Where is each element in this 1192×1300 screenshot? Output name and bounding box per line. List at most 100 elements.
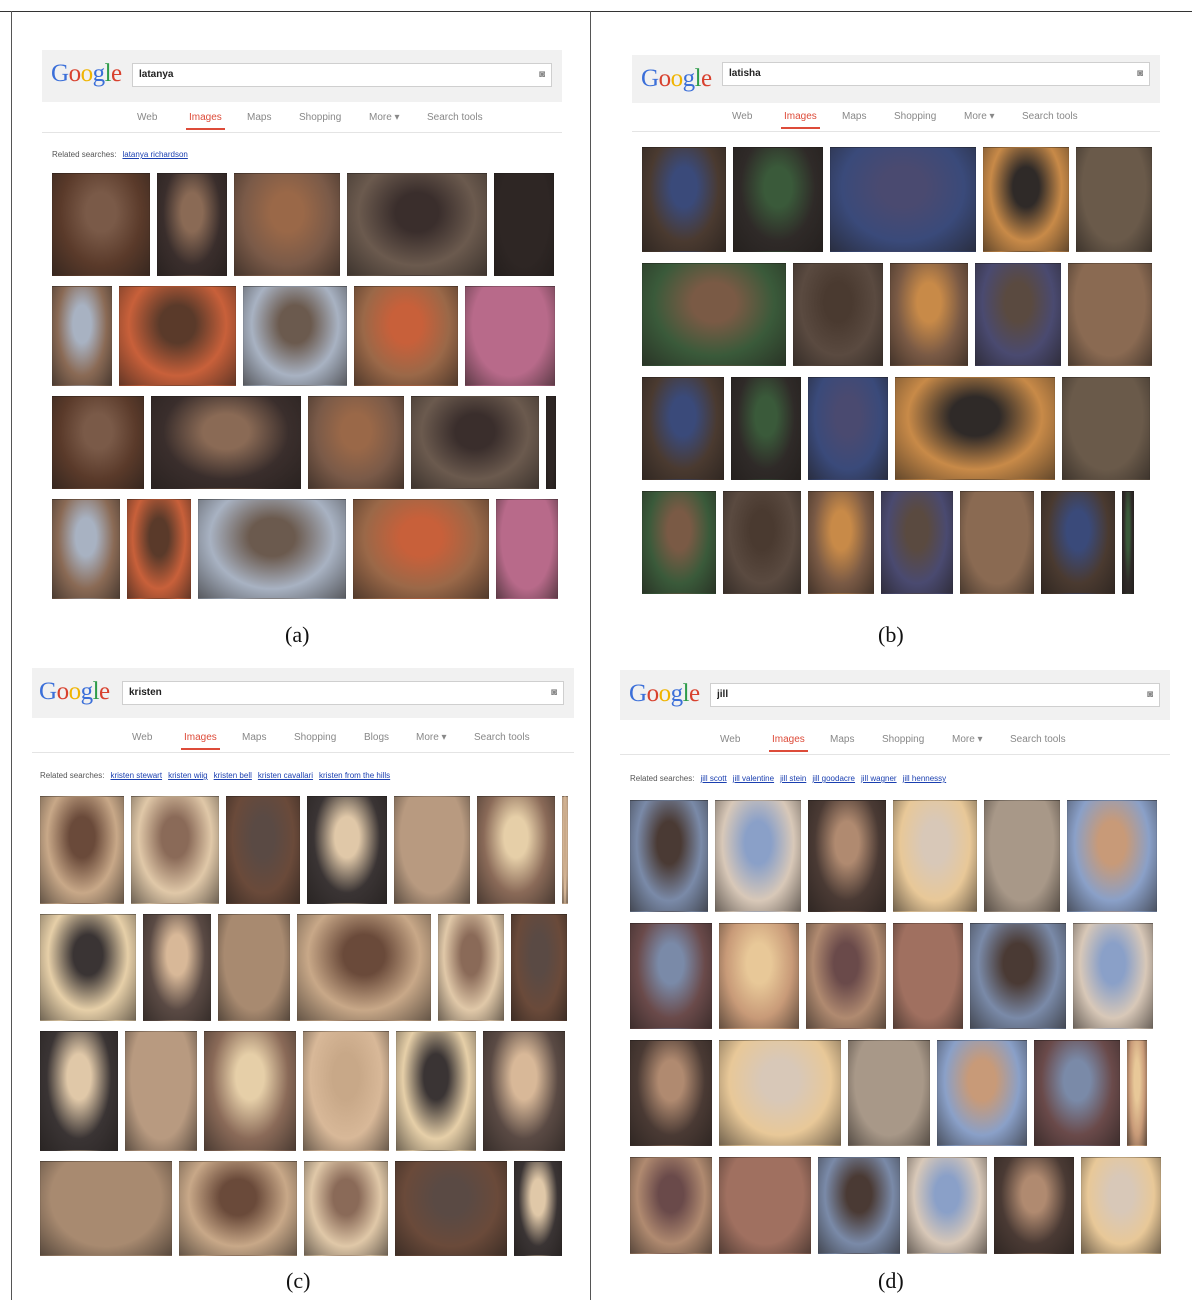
image-thumbnail[interactable] — [157, 173, 227, 276]
image-thumbnail[interactable] — [511, 914, 567, 1021]
image-thumbnail[interactable] — [719, 1040, 841, 1146]
image-thumbnail[interactable] — [642, 263, 786, 366]
image-thumbnail[interactable] — [808, 491, 874, 594]
image-thumbnail[interactable] — [731, 377, 801, 480]
image-thumbnail[interactable] — [198, 499, 346, 599]
tab-shopping[interactable]: Shopping — [882, 734, 924, 745]
tab-shopping[interactable]: Shopping — [894, 111, 936, 122]
search-input[interactable] — [729, 68, 1070, 79]
image-thumbnail[interactable] — [438, 914, 504, 1021]
related-search-link[interactable]: jill valentine — [733, 774, 774, 783]
image-thumbnail[interactable] — [218, 914, 290, 1021]
tab-search-tools[interactable]: Search tools — [1022, 111, 1078, 122]
search-input[interactable] — [139, 69, 474, 80]
image-thumbnail[interactable] — [630, 800, 708, 912]
image-thumbnail[interactable] — [179, 1161, 297, 1256]
image-thumbnail[interactable] — [125, 1031, 197, 1151]
image-thumbnail[interactable] — [494, 173, 554, 276]
tab-maps[interactable]: Maps — [242, 732, 266, 743]
image-thumbnail[interactable] — [1041, 491, 1115, 594]
image-thumbnail[interactable] — [353, 499, 489, 599]
image-thumbnail[interactable] — [1068, 263, 1152, 366]
tab-web[interactable]: Web — [132, 732, 152, 743]
related-search-link[interactable]: jill goodacre — [812, 774, 855, 783]
image-thumbnail[interactable] — [830, 147, 976, 252]
image-thumbnail[interactable] — [40, 914, 136, 1021]
image-thumbnail[interactable] — [642, 147, 726, 252]
image-thumbnail[interactable] — [483, 1031, 565, 1151]
image-thumbnail[interactable] — [40, 1031, 118, 1151]
tab-images[interactable]: Images — [769, 734, 808, 752]
tab-more[interactable]: More ▾ — [952, 734, 983, 745]
image-thumbnail[interactable] — [546, 396, 556, 489]
image-thumbnail[interactable] — [151, 396, 301, 489]
image-thumbnail[interactable] — [1067, 800, 1157, 912]
tab-search-tools[interactable]: Search tools — [474, 732, 530, 743]
image-thumbnail[interactable] — [1081, 1157, 1161, 1254]
image-thumbnail[interactable] — [1062, 377, 1150, 480]
related-search-link[interactable]: kristen wiig — [168, 771, 208, 780]
image-thumbnail[interactable] — [127, 499, 191, 599]
image-thumbnail[interactable] — [303, 1031, 389, 1151]
tab-shopping[interactable]: Shopping — [299, 112, 341, 123]
image-thumbnail[interactable] — [806, 923, 886, 1029]
image-thumbnail[interactable] — [715, 800, 801, 912]
tab-search-tools[interactable]: Search tools — [427, 112, 483, 123]
image-thumbnail[interactable] — [630, 923, 712, 1029]
image-thumbnail[interactable] — [970, 923, 1066, 1029]
image-thumbnail[interactable] — [937, 1040, 1027, 1146]
image-thumbnail[interactable] — [395, 1161, 507, 1256]
search-box[interactable]: ◙ — [132, 63, 552, 87]
image-thumbnail[interactable] — [895, 377, 1055, 480]
google-logo[interactable]: Google — [629, 680, 700, 708]
tab-images[interactable]: Images — [186, 112, 225, 130]
image-thumbnail[interactable] — [1076, 147, 1152, 252]
image-thumbnail[interactable] — [975, 263, 1061, 366]
search-box[interactable]: ◙ — [122, 681, 564, 705]
image-thumbnail[interactable] — [818, 1157, 900, 1254]
search-input[interactable] — [129, 687, 481, 698]
tab-more[interactable]: More ▾ — [964, 111, 995, 122]
tab-shopping[interactable]: Shopping — [294, 732, 336, 743]
image-thumbnail[interactable] — [243, 286, 347, 386]
image-thumbnail[interactable] — [1122, 491, 1134, 594]
search-box[interactable]: ◙ — [710, 683, 1160, 707]
image-thumbnail[interactable] — [733, 147, 823, 252]
related-search-link[interactable]: jill stein — [780, 774, 806, 783]
image-thumbnail[interactable] — [719, 923, 799, 1029]
tab-maps[interactable]: Maps — [842, 111, 866, 122]
tab-web[interactable]: Web — [720, 734, 740, 745]
mic-icon[interactable]: ◙ — [1137, 68, 1143, 79]
image-thumbnail[interactable] — [723, 491, 801, 594]
related-search-link[interactable]: kristen stewart — [110, 771, 162, 780]
image-thumbnail[interactable] — [308, 396, 404, 489]
image-thumbnail[interactable] — [562, 796, 568, 904]
image-thumbnail[interactable] — [347, 173, 487, 276]
related-search-link[interactable]: kristen from the hills — [319, 771, 390, 780]
mic-icon[interactable]: ◙ — [551, 687, 557, 698]
image-thumbnail[interactable] — [40, 796, 124, 904]
image-thumbnail[interactable] — [307, 796, 387, 904]
related-search-link[interactable]: jill hennessy — [903, 774, 947, 783]
tab-maps[interactable]: Maps — [830, 734, 854, 745]
image-thumbnail[interactable] — [630, 1040, 712, 1146]
mic-icon[interactable]: ◙ — [539, 69, 545, 80]
google-logo[interactable]: Google — [641, 65, 712, 93]
tab-maps[interactable]: Maps — [247, 112, 271, 123]
image-thumbnail[interactable] — [984, 800, 1060, 912]
image-thumbnail[interactable] — [642, 491, 716, 594]
image-thumbnail[interactable] — [465, 286, 555, 386]
image-thumbnail[interactable] — [204, 1031, 296, 1151]
image-thumbnail[interactable] — [143, 914, 211, 1021]
image-thumbnail[interactable] — [52, 499, 120, 599]
image-thumbnail[interactable] — [304, 1161, 388, 1256]
image-thumbnail[interactable] — [808, 800, 886, 912]
image-thumbnail[interactable] — [1034, 1040, 1120, 1146]
image-thumbnail[interactable] — [52, 173, 150, 276]
image-thumbnail[interactable] — [848, 1040, 930, 1146]
image-thumbnail[interactable] — [131, 796, 219, 904]
search-input[interactable] — [717, 689, 1076, 700]
image-thumbnail[interactable] — [40, 1161, 172, 1256]
tab-more[interactable]: More ▾ — [416, 732, 447, 743]
related-search-link[interactable]: jill wagner — [861, 774, 897, 783]
